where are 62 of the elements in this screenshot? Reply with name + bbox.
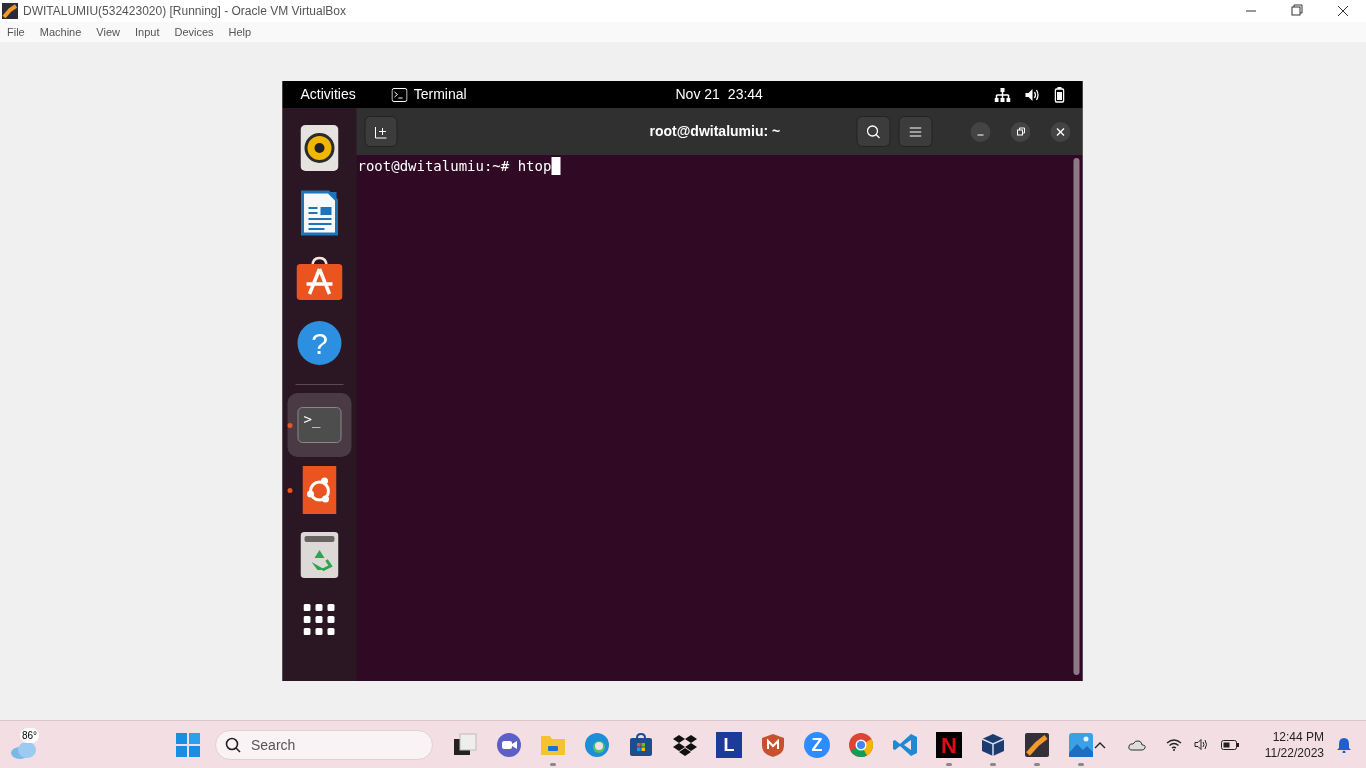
network-icon [994,87,1011,102]
window-stack-icon[interactable] [452,732,478,758]
virtualbox-app-icon [2,3,18,19]
minimize-button[interactable] [970,121,991,142]
trash-recycle-icon[interactable] [300,532,339,578]
video-camera-icon[interactable] [496,732,522,758]
taskbar-date[interactable]: 11/22/2023 [1264,744,1324,761]
app-tile-icon[interactable] [1024,732,1050,758]
cloud-icon [10,741,38,759]
cube-icon[interactable] [980,732,1006,758]
new-tab-icon [374,124,388,139]
menu-item[interactable]: Devices [174,23,214,41]
shell-prompt: root@dwitalumiu:~# [357,157,511,175]
wifi-icon[interactable] [1165,738,1182,751]
scrollbar-thumb[interactable] [1073,158,1080,675]
menu-icon [909,126,922,137]
clock-date[interactable]: Nov 21 [675,84,720,105]
chevron-up-icon[interactable] [1093,740,1106,749]
window-title: DWITALUMIU(532423020) [Running] - Oracle VM VirtualBox [23,3,346,20]
weather-temperature: 86° [20,728,40,743]
shield-icon[interactable] [760,732,786,758]
app-tile-button[interactable]: L [716,732,742,758]
ubuntu-logo-icon[interactable] [302,466,337,514]
menu-button[interactable] [898,116,933,147]
battery-icon[interactable] [1220,739,1239,750]
bell-icon[interactable] [1336,736,1352,753]
text-cursor [551,157,561,175]
store-bag-icon[interactable] [628,732,654,758]
shell-command: htop [517,157,552,175]
clock-time[interactable]: 23:44 [727,84,763,105]
app-tile-button[interactable]: N [936,732,962,758]
speaker-icon[interactable] [300,125,339,171]
shopping-bag-icon[interactable] [296,256,343,300]
activities-button[interactable]: Activities [300,84,356,105]
code-editor-icon[interactable] [892,732,918,758]
menu-item[interactable]: Help [228,23,252,41]
app-menu-label: Terminal [413,85,467,104]
search-icon [225,737,241,753]
windows-start-icon[interactable] [176,733,200,757]
new-tab-button[interactable] [364,116,398,147]
menu-item[interactable]: Input [134,23,160,41]
speaker-icon[interactable] [1193,738,1209,751]
app-grid-icon[interactable] [303,604,336,636]
terminal-icon [391,87,408,102]
menu-item[interactable]: Machine [39,23,82,41]
volume-icon [1024,87,1041,102]
terminal-app-button[interactable]: >_ [297,407,342,443]
close-button[interactable] [1050,121,1071,142]
cloud-icon[interactable] [1127,738,1146,751]
search-field[interactable]: Search [215,730,433,760]
search-button[interactable] [856,116,891,147]
search-icon [866,124,881,139]
browser-circle-icon[interactable] [848,732,874,758]
photo-mountain-icon[interactable] [1068,732,1094,758]
terminal-title: root@dwitalumiu: ~ [649,122,781,141]
maximize-button[interactable] [1010,121,1031,142]
menu-item[interactable]: File [7,23,25,41]
document-icon[interactable] [300,190,339,236]
battery-icon [1054,86,1065,103]
menu-item[interactable]: View [96,23,120,41]
taskbar-time[interactable]: 12:44 PM [1272,728,1324,745]
dock-item-highlight[interactable]: >_ [287,393,352,457]
